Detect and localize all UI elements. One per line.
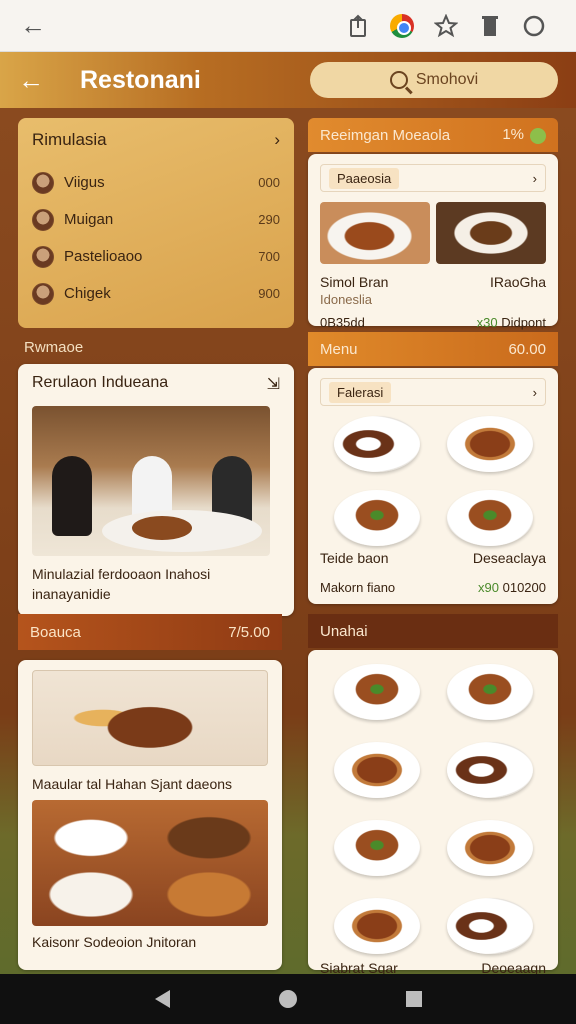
chevron-right-icon: ›	[532, 170, 537, 186]
dish-plate[interactable]	[446, 490, 533, 546]
section-bar[interactable]: Reeimgan Moeaola 1%	[308, 118, 558, 152]
nav-home-icon[interactable]	[278, 990, 297, 1008]
dish-plate[interactable]	[446, 742, 533, 798]
section-bar[interactable]: Boauca 7/5.00	[18, 614, 282, 650]
list-item[interactable]: Viigus 000	[32, 164, 280, 201]
circle-icon[interactable]	[512, 4, 556, 48]
dishes-caption: Kaisonr Sodeoion Jnitoran	[32, 934, 197, 950]
avatar	[32, 245, 54, 268]
dish-plate[interactable]	[333, 742, 420, 798]
nav-back-icon[interactable]	[154, 990, 170, 1008]
search-placeholder: Smohovi	[415, 71, 479, 88]
rankings-title: Rimulasia	[32, 130, 107, 149]
avatar	[32, 208, 54, 231]
dish-plate[interactable]	[446, 898, 533, 954]
feature-caption: Minulazial ferdooaon Inahosi inanayanidi…	[32, 566, 211, 602]
category-filter[interactable]: Paaeosia ›	[320, 164, 546, 192]
list-item[interactable]: Pastelioaoo 700	[32, 238, 280, 275]
dish-plate[interactable]	[446, 820, 533, 876]
chevron-right-icon[interactable]: ›	[274, 130, 280, 150]
chrome-icon[interactable]	[380, 4, 424, 48]
avatar	[32, 171, 54, 194]
menu-bar[interactable]: Menu 60.00	[308, 332, 558, 366]
feature-card[interactable]: Rerulaon Indueana ⇲ Minulazial ferdooaon…	[18, 364, 294, 616]
rankings-card[interactable]: Rimulasia › Viigus 000 Muigan 290 Pastel…	[18, 118, 294, 328]
dish-plate[interactable]	[333, 664, 420, 720]
category-filter[interactable]: Falerasi ›	[320, 378, 546, 406]
feast-caption: Maaular tal Hahan Sjant daeons	[32, 776, 233, 792]
section-label: Rwmaoe	[24, 339, 84, 356]
browser-back-icon[interactable]: ←	[20, 10, 60, 41]
list-item[interactable]: Chigek 900	[32, 275, 280, 312]
browser-toolbar: ←	[0, 0, 576, 52]
app-header: ← Restonani Smohovi	[0, 52, 576, 108]
dish-plate[interactable]	[446, 664, 533, 720]
restaurant-photo	[32, 406, 270, 556]
feast-photo	[32, 670, 268, 766]
back-arrow-icon[interactable]: ←	[18, 65, 80, 96]
dish-plate[interactable]	[333, 820, 420, 876]
dish-photo[interactable]	[436, 202, 546, 264]
search-input[interactable]: Smohovi	[310, 62, 558, 98]
app-title: Restonani	[80, 65, 201, 94]
avatar	[32, 282, 54, 305]
dish-plate[interactable]	[333, 416, 420, 472]
rankings-list: Viigus 000 Muigan 290 Pastelioaoo 700 Ch…	[32, 164, 280, 312]
system-nav-bar	[0, 974, 576, 1024]
dish-photo[interactable]	[320, 202, 430, 264]
search-icon	[389, 71, 408, 89]
star-icon[interactable]	[424, 4, 468, 48]
pin-icon[interactable]: ⇲	[267, 374, 280, 394]
dish-plate[interactable]	[333, 898, 420, 954]
leaf-icon	[530, 127, 546, 144]
trash-icon[interactable]	[468, 4, 512, 48]
dish-plate[interactable]	[333, 490, 420, 546]
recommend-card[interactable]: Paaeosia › Simol Bran IRaoGha Idoneslia …	[308, 154, 558, 330]
dish-plate[interactable]	[446, 416, 533, 472]
share-icon[interactable]	[336, 4, 380, 48]
chevron-right-icon: ›	[532, 384, 537, 400]
dishes-grid-card[interactable]: Siabrat Sqar Deoeaagn	[308, 650, 558, 976]
list-item[interactable]: Muigan 290	[32, 201, 280, 238]
nav-recents-icon[interactable]	[405, 991, 422, 1007]
menu-card[interactable]: Falerasi › Teide baon Deseaclaya Makorn …	[308, 368, 558, 604]
section-bar[interactable]: Unahai	[308, 614, 558, 648]
feature-title: Rerulaon Indueana	[32, 374, 169, 391]
dishes-photo	[32, 800, 268, 926]
feast-card[interactable]: Maaular tal Hahan Sjant daeons Kaisonr S…	[18, 660, 282, 970]
